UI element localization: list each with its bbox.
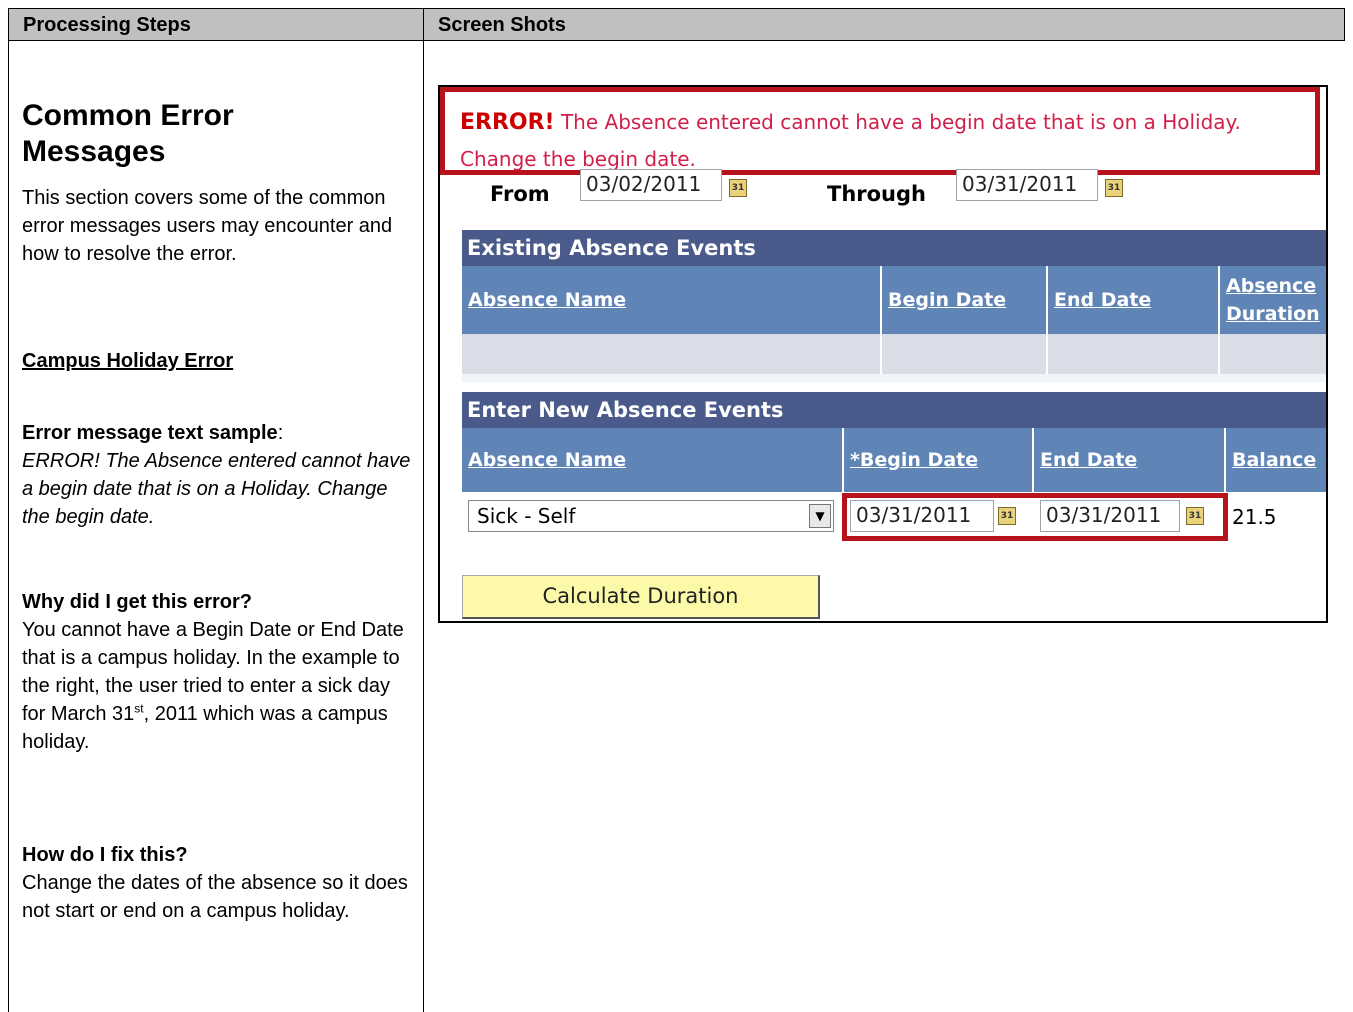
error-prefix: ERROR! xyxy=(460,110,555,135)
existing-empty-cell xyxy=(1220,334,1326,374)
existing-col-absence-name[interactable]: Absence Name xyxy=(462,266,882,334)
absence-name-select[interactable]: Sick - Self ▼ xyxy=(468,500,834,532)
existing-col-end-date[interactable]: End Date xyxy=(1048,266,1220,334)
from-label: From xyxy=(490,182,550,206)
new-col-absence-name[interactable]: Absence Name xyxy=(462,428,844,492)
document-page: Processing Steps Screen Shots Common Err… xyxy=(8,8,1345,1012)
error-line1: The Absence entered cannot have a begin … xyxy=(554,110,1241,134)
existing-absence-grid: Existing Absence Events Absence Name Beg… xyxy=(462,230,1326,382)
section-title-line1: Common Error xyxy=(22,99,234,132)
screen-shots-header: Screen Shots xyxy=(423,8,1345,41)
error-line2: Change the begin date. xyxy=(460,147,696,171)
dropdown-arrow-icon[interactable]: ▼ xyxy=(809,504,831,528)
error-sample-text: ERROR! The Absence entered cannot have a… xyxy=(22,450,411,528)
left-border xyxy=(8,41,9,1012)
campus-holiday-subheading: Campus Holiday Error xyxy=(22,350,234,372)
column-divider xyxy=(423,41,424,1012)
error-sample-colon: : xyxy=(277,422,284,444)
processing-steps-header: Processing Steps xyxy=(8,8,424,41)
absence-screenshot: ERROR! The Absence entered cannot have a… xyxy=(438,85,1328,623)
intro-paragraph: This section covers some of the common e… xyxy=(22,187,393,265)
existing-col-duration-line2: Duration xyxy=(1226,303,1320,325)
existing-grid-title: Existing Absence Events xyxy=(462,230,1326,266)
existing-empty-cell xyxy=(462,334,882,374)
section-title: Common Error Messages xyxy=(22,98,414,170)
from-date-input[interactable]: 03/02/2011 xyxy=(580,169,722,201)
why-heading: Why did I get this error? xyxy=(22,591,253,613)
fix-paragraph: Change the dates of the absence so it do… xyxy=(22,872,408,922)
through-calendar-icon[interactable]: 31 xyxy=(1105,179,1123,197)
existing-col-begin-date[interactable]: Begin Date xyxy=(882,266,1048,334)
error-message: ERROR! The Absence entered cannot have a… xyxy=(460,104,1310,177)
new-col-begin-date[interactable]: *Begin Date xyxy=(844,428,1034,492)
new-grid-title: Enter New Absence Events xyxy=(462,392,1326,428)
error-sample-block: Error message text sample: ERROR! The Ab… xyxy=(22,419,414,531)
date-highlight-box xyxy=(842,493,1228,541)
existing-empty-cell xyxy=(882,334,1048,374)
existing-empty-cell xyxy=(1048,334,1220,374)
why-superscript: st xyxy=(134,701,144,716)
error-sample-label: Error message text sample xyxy=(22,422,278,444)
existing-col-absence-duration[interactable]: Absence Duration xyxy=(1220,266,1326,334)
absence-name-value: Sick - Self xyxy=(477,504,576,528)
new-col-balance[interactable]: Balance xyxy=(1226,428,1326,492)
error-message-box: ERROR! The Absence entered cannot have a… xyxy=(440,87,1320,175)
section-title-line2: Messages xyxy=(22,135,166,168)
new-absence-grid: Enter New Absence Events Absence Name *B… xyxy=(462,392,1326,552)
existing-col-duration-line1: Absence xyxy=(1226,275,1317,297)
fix-heading: How do I fix this? xyxy=(22,844,188,866)
calculate-duration-button[interactable]: Calculate Duration xyxy=(462,575,820,619)
existing-grid-footer xyxy=(462,374,1326,382)
through-date-input[interactable]: 03/31/2011 xyxy=(956,169,1098,201)
why-paragraph: You cannot have a Begin Date or End Date… xyxy=(22,616,414,756)
from-calendar-icon[interactable]: 31 xyxy=(729,179,747,197)
through-label: Through xyxy=(827,182,926,206)
balance-value: 21.5 xyxy=(1232,505,1277,529)
new-col-end-date[interactable]: End Date xyxy=(1034,428,1226,492)
